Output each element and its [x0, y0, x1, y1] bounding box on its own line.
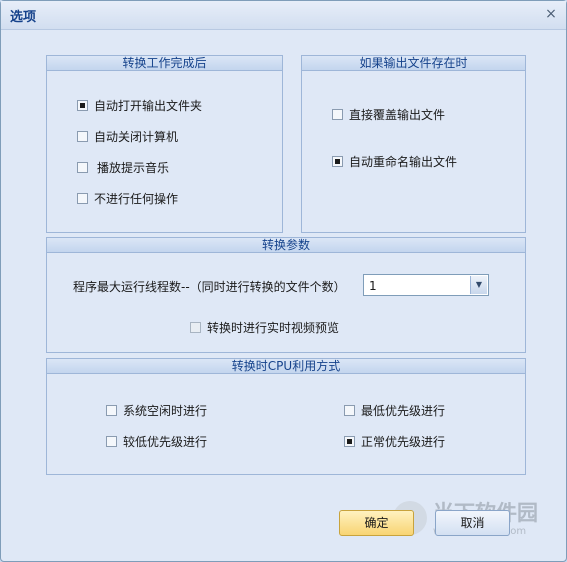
- checkbox-icon[interactable]: [332, 109, 343, 120]
- option-shutdown-computer[interactable]: 自动关闭计算机: [77, 128, 178, 145]
- option-label: 最低优先级进行: [361, 404, 446, 418]
- title-bar[interactable]: 选项 ×: [1, 1, 566, 30]
- ok-button[interactable]: 确定: [339, 510, 414, 536]
- option-label: 不进行任何操作: [94, 192, 179, 206]
- checkbox-icon[interactable]: [77, 162, 88, 173]
- cpu-usage-header: 转换时CPU利用方式: [47, 359, 525, 374]
- checkbox-icon[interactable]: [332, 156, 343, 167]
- option-cpu-normal[interactable]: 正常优先级进行: [344, 433, 445, 450]
- option-cpu-low[interactable]: 较低优先级进行: [106, 433, 207, 450]
- threads-label: 程序最大运行线程数--（同时进行转换的文件个数）: [73, 280, 346, 294]
- option-label: 自动重命名输出文件: [349, 155, 458, 169]
- option-label: 自动打开输出文件夹: [94, 99, 203, 113]
- threads-value: 1: [369, 279, 377, 293]
- after-conversion-header: 转换工作完成后: [47, 56, 282, 71]
- option-do-nothing[interactable]: 不进行任何操作: [77, 190, 178, 207]
- option-label: 直接覆盖输出文件: [349, 108, 446, 122]
- option-overwrite-output[interactable]: 直接覆盖输出文件: [332, 106, 445, 123]
- checkbox-icon[interactable]: [77, 131, 88, 142]
- checkbox-icon[interactable]: [190, 322, 201, 333]
- checkbox-icon[interactable]: [344, 436, 355, 447]
- output-exists-group: 如果输出文件存在时: [301, 55, 526, 233]
- option-label: 系统空闲时进行: [123, 404, 208, 418]
- conversion-params-header: 转换参数: [47, 238, 525, 253]
- option-cpu-idle[interactable]: 系统空闲时进行: [106, 402, 207, 419]
- chevron-down-icon[interactable]: ▼: [470, 276, 487, 294]
- cancel-button[interactable]: 取消: [435, 510, 510, 536]
- option-play-sound[interactable]: 播放提示音乐: [77, 159, 169, 176]
- threads-select[interactable]: 1 ▼: [363, 274, 489, 296]
- option-open-output-folder[interactable]: 自动打开输出文件夹: [77, 97, 202, 114]
- option-label: 转换时进行实时视频预览: [207, 321, 340, 335]
- checkbox-icon[interactable]: [106, 405, 117, 416]
- checkbox-icon[interactable]: [77, 100, 88, 111]
- option-realtime-preview[interactable]: 转换时进行实时视频预览: [190, 319, 339, 336]
- checkbox-icon[interactable]: [77, 193, 88, 204]
- checkbox-icon[interactable]: [344, 405, 355, 416]
- close-icon[interactable]: ×: [544, 7, 558, 21]
- option-cpu-lowest[interactable]: 最低优先级进行: [344, 402, 445, 419]
- option-auto-rename[interactable]: 自动重命名输出文件: [332, 153, 457, 170]
- options-dialog: 选项 × 转换工作完成后 自动打开输出文件夹 自动关闭计算机 播放提示音乐 不进…: [0, 0, 567, 562]
- option-label: 较低优先级进行: [123, 435, 208, 449]
- option-label: 正常优先级进行: [361, 435, 446, 449]
- checkbox-icon[interactable]: [106, 436, 117, 447]
- dialog-title: 选项: [10, 10, 37, 25]
- option-label: 自动关闭计算机: [94, 130, 179, 144]
- output-exists-header: 如果输出文件存在时: [302, 56, 525, 71]
- option-label: 播放提示音乐: [97, 161, 170, 175]
